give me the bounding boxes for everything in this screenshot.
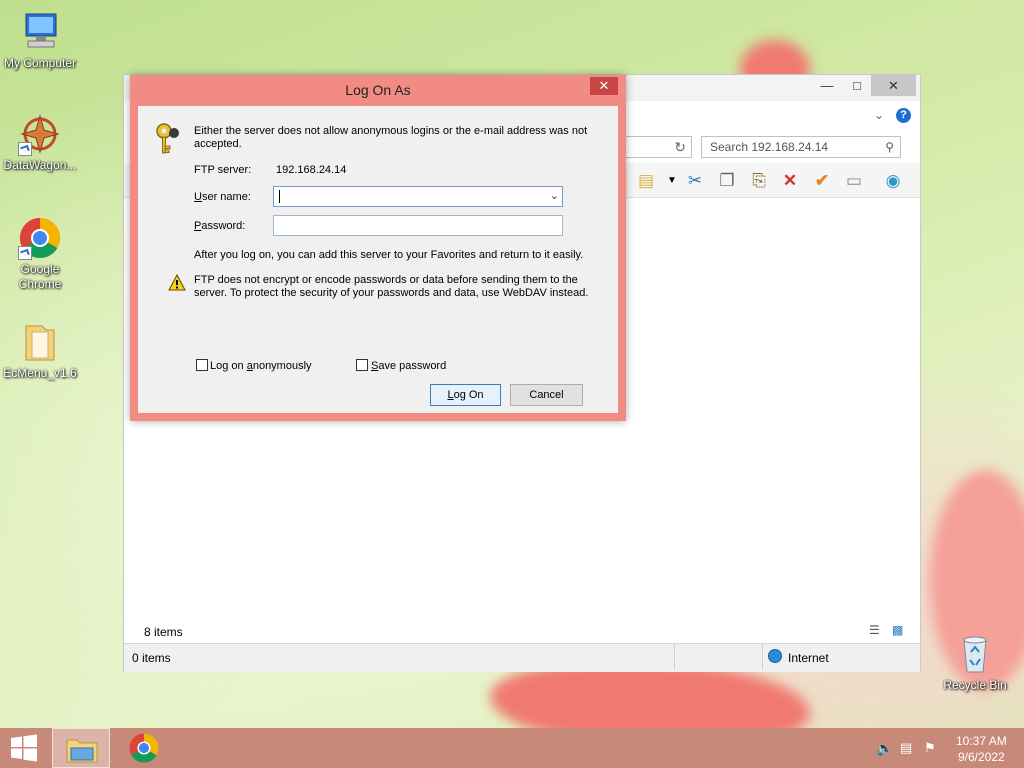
large-icons-view-icon[interactable]: ▩ — [892, 623, 903, 637]
anonymous-label-text: Log on — [210, 360, 247, 372]
file-explorer-icon — [66, 739, 98, 763]
taskbar-chrome[interactable] — [118, 728, 170, 768]
search-input[interactable]: Search 192.168.24.14 ⚲ — [701, 136, 901, 158]
clock-time[interactable]: 10:37 AM — [956, 734, 1007, 748]
computer-icon — [18, 10, 62, 54]
dialog-title: Log On As — [345, 82, 411, 98]
clock-date[interactable]: 9/6/2022 — [958, 750, 1005, 764]
cut-icon[interactable]: ✂ — [685, 171, 705, 191]
volume-muted-icon[interactable]: 🔈 — [876, 740, 893, 757]
globe-icon[interactable]: ◉ — [883, 171, 903, 191]
anonymous-checkbox[interactable] — [196, 359, 208, 371]
close-button[interactable]: ✕ — [871, 75, 916, 96]
start-button[interactable] — [0, 728, 48, 768]
desktop-icon-label: My Computer — [3, 56, 77, 70]
status-divider — [762, 644, 763, 670]
windows-logo-icon — [11, 734, 37, 762]
system-tray: 🔈 ▤ ⚑ 10:37 AM 9/6/2022 — [870, 728, 1024, 768]
folder-icon — [18, 320, 62, 364]
shortcut-arrow-icon — [18, 246, 32, 260]
shortcut-arrow-icon — [18, 142, 32, 156]
checkmark-icon[interactable]: ✔ — [812, 171, 832, 191]
warning-icon — [168, 273, 186, 294]
warning-text: FTP does not encrypt or encode passwords… — [194, 274, 589, 299]
save-password-text: ave password — [378, 360, 447, 372]
maximize-button[interactable]: □ — [842, 75, 872, 96]
desktop-icon-datawagon[interactable]: DataWagon... — [0, 112, 80, 173]
delete-icon[interactable]: ✕ — [780, 171, 800, 191]
datawagon-icon — [18, 112, 62, 156]
address-bar[interactable]: ↻ — [624, 136, 692, 158]
taskbar-file-explorer[interactable] — [52, 728, 110, 768]
username-combobox[interactable]: ⌄ — [273, 186, 563, 207]
favorites-note: After you log on, you can add this serve… — [194, 249, 584, 261]
dropdown-arrow-icon[interactable]: ▼ — [662, 171, 682, 191]
status-left-text: 0 items — [132, 651, 171, 665]
view-folder-icon[interactable]: ▤ — [636, 171, 656, 191]
search-placeholder: Search 192.168.24.14 — [710, 140, 829, 154]
password-label: Password: — [194, 220, 245, 233]
logon-button-label: og On — [453, 389, 484, 401]
save-password-checkbox[interactable] — [356, 359, 368, 371]
desktop-icon-label: Google Chrome — [18, 262, 62, 291]
search-icon: ⚲ — [885, 140, 894, 154]
desktop-icon-label: DataWagon... — [3, 158, 77, 172]
desktop-icon-ecmenu[interactable]: EcMenu_v1.6 — [0, 320, 80, 381]
chrome-icon — [129, 733, 159, 763]
dialog-close-button[interactable]: ✕ — [590, 77, 618, 95]
minimize-button[interactable]: — — [812, 75, 842, 96]
network-icon[interactable]: ▤ — [900, 740, 912, 756]
dialog-body: Either the server does not allow anonymo… — [138, 106, 618, 413]
details-view-icon[interactable]: ☰ — [869, 623, 880, 637]
chevron-down-icon[interactable]: ⌄ — [874, 108, 884, 122]
username-label: User name: — [194, 191, 251, 204]
desktop-icon-google-chrome[interactable]: Google Chrome — [0, 216, 80, 292]
text-caret — [279, 190, 280, 203]
password-label-text: assword: — [201, 220, 246, 232]
copy-icon[interactable]: ❐ — [717, 171, 737, 191]
anonymous-label-text-rest: nonymously — [252, 360, 312, 372]
items-status-bar: 8 items ☰ ▩ — [124, 619, 920, 644]
ftp-server-label: FTP server: — [194, 164, 252, 176]
paste-icon[interactable]: ⎘ — [749, 171, 769, 191]
items-count: 8 items — [144, 625, 183, 639]
logon-dialog: Log On As ✕ Either the server does not a… — [130, 75, 626, 421]
ftp-server-value: 192.168.24.14 — [276, 164, 347, 176]
desktop-icon-recycle-bin[interactable]: Recycle Bin — [935, 632, 1015, 693]
anonymous-label[interactable]: Log on anonymously — [210, 360, 312, 373]
properties-icon[interactable]: ▭ — [844, 171, 864, 191]
chevron-down-icon[interactable]: ⌄ — [550, 189, 559, 202]
internet-zone-label: Internet — [788, 651, 829, 665]
recycle-bin-icon — [953, 632, 997, 676]
keys-icon — [152, 122, 182, 159]
help-icon[interactable]: ? — [896, 108, 911, 123]
dialog-message: Either the server does not allow anonymo… — [194, 125, 588, 150]
save-password-label[interactable]: Save password — [371, 360, 446, 373]
status-bar: 0 items Internet — [124, 643, 920, 672]
username-label-mnemonic: U — [194, 191, 202, 203]
action-center-icon[interactable]: ⚑ — [924, 740, 936, 756]
desktop-icon-my-computer[interactable]: My Computer — [0, 10, 80, 71]
status-divider — [674, 644, 675, 670]
password-field[interactable] — [273, 215, 563, 236]
username-label-text: ser name: — [201, 191, 251, 203]
desktop-icon-label: EcMenu_v1.6 — [3, 366, 77, 380]
refresh-icon[interactable]: ↻ — [674, 139, 686, 156]
taskbar: 🔈 ▤ ⚑ 10:37 AM 9/6/2022 — [0, 728, 1024, 768]
internet-zone-icon — [768, 649, 782, 663]
chrome-icon — [18, 216, 62, 260]
desktop-icon-label: Recycle Bin — [943, 678, 1007, 692]
cancel-button[interactable]: Cancel — [510, 384, 583, 406]
logon-button[interactable]: Log On — [430, 384, 501, 406]
